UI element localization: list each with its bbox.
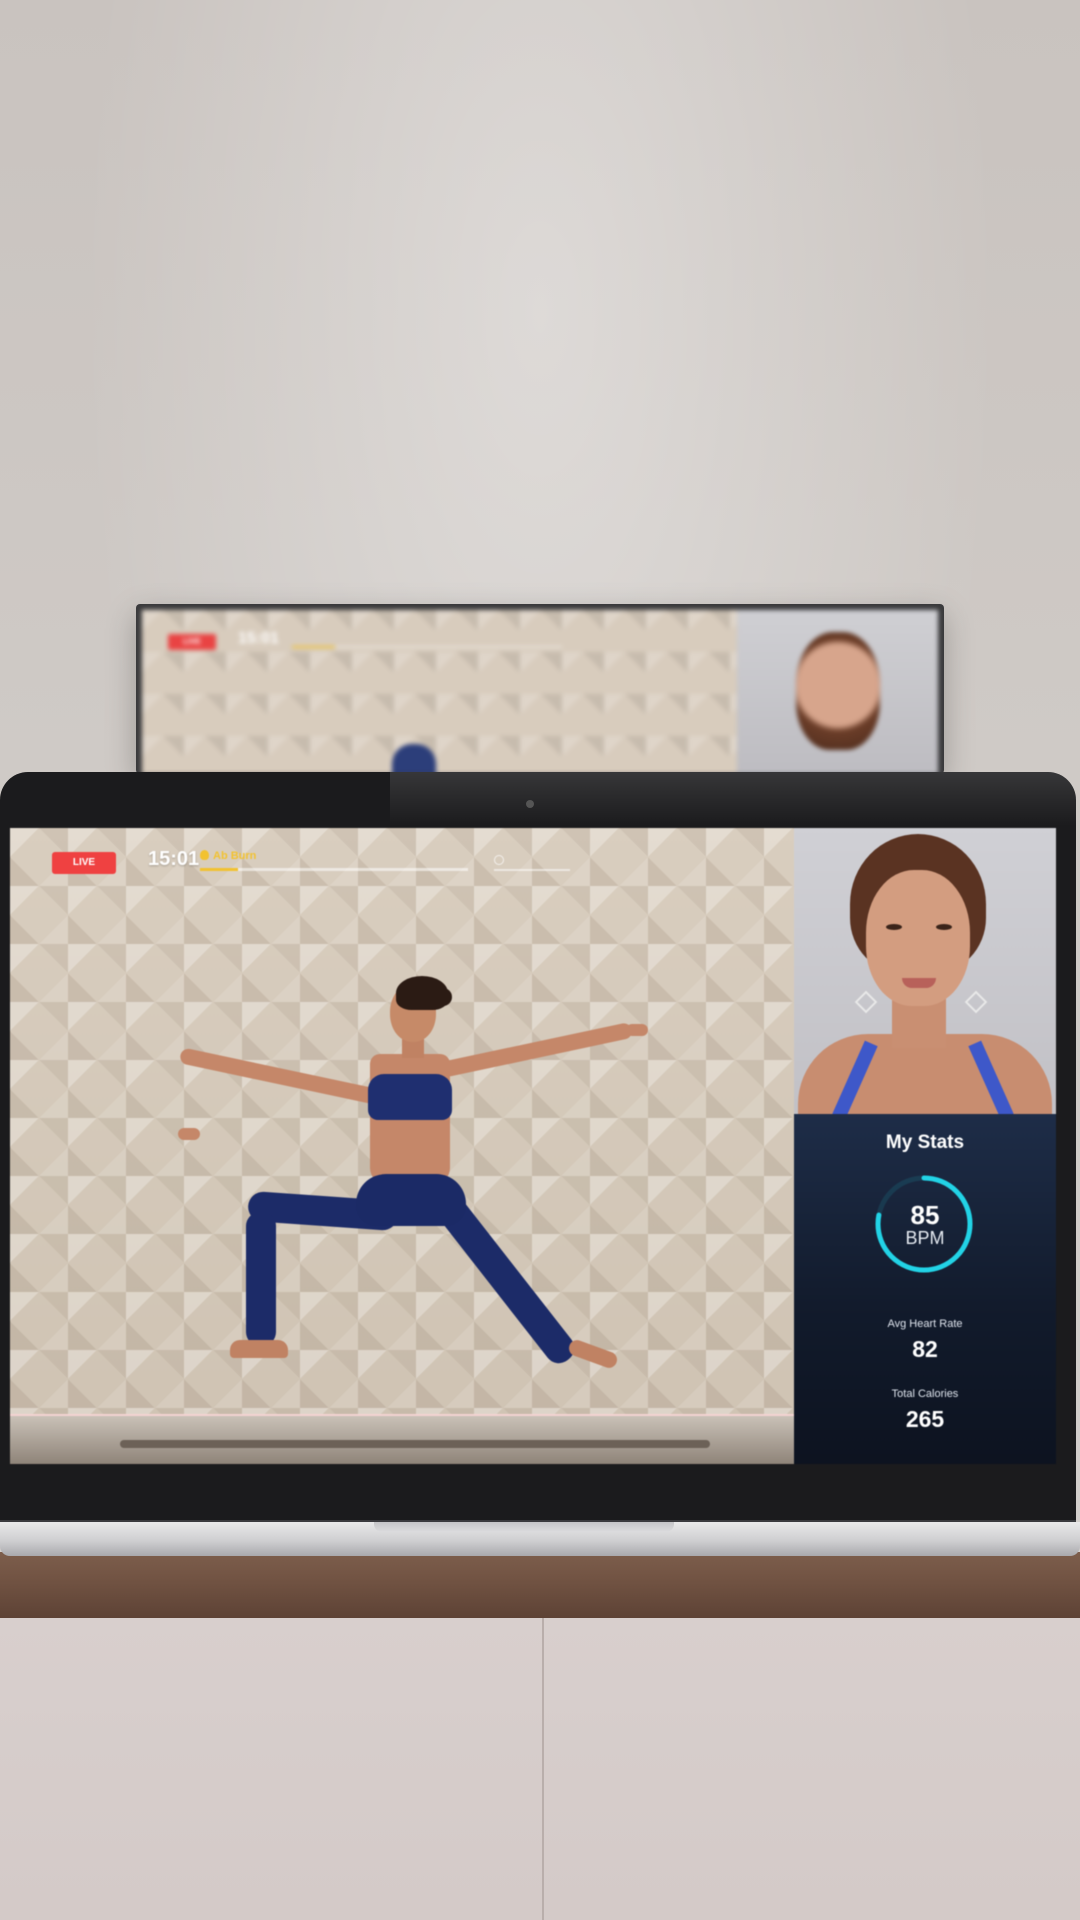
instructor-sports-bra bbox=[368, 1074, 452, 1120]
bpm-unit: BPM bbox=[905, 1228, 945, 1248]
trainer-mouth bbox=[902, 978, 936, 988]
laptop-hinge-notch bbox=[374, 1522, 674, 1532]
lid-reflection bbox=[390, 772, 1076, 826]
class-video[interactable]: LIVE 15:01 Ab Burn bbox=[10, 828, 794, 1464]
instructor-back-foot bbox=[566, 1337, 620, 1371]
instructor-leggings bbox=[356, 1174, 466, 1226]
stats-title: My Stats bbox=[885, 1132, 965, 1153]
tv-class-video: LIVE 15:01 bbox=[142, 610, 737, 774]
my-stats-panel: My Stats 85 BPM Avg Heart Rate 82 Total … bbox=[794, 1114, 1056, 1464]
next-segment-icon bbox=[494, 855, 504, 865]
tv-timer: 15:01 bbox=[238, 630, 279, 647]
bpm-value: 85 bbox=[910, 1200, 940, 1230]
total-calories-label: Total Calories bbox=[891, 1388, 959, 1400]
instructor-left-arm bbox=[178, 1047, 384, 1106]
avg-heart-rate-label: Avg Heart Rate bbox=[887, 1318, 963, 1330]
instructor-hair-bun bbox=[434, 988, 452, 1006]
tv-trainer-camera bbox=[737, 610, 938, 774]
background-tv: LIVE 15:01 bbox=[136, 604, 944, 774]
instructor-front-shin bbox=[246, 1212, 276, 1346]
instructor-right-hand bbox=[626, 1024, 648, 1036]
earring-icon bbox=[964, 990, 988, 1014]
trainer-right-eye bbox=[936, 924, 952, 930]
instructor-front-foot bbox=[230, 1340, 288, 1358]
class-timer: 15:01 bbox=[148, 848, 200, 870]
segment-name: Ab Burn bbox=[213, 850, 257, 862]
earring-icon bbox=[854, 990, 878, 1014]
flame-icon bbox=[200, 850, 209, 860]
tv-trainer-face bbox=[795, 632, 880, 750]
instructor-left-hand bbox=[178, 1128, 200, 1140]
tv-live-badge: LIVE bbox=[168, 634, 216, 650]
segment-progress-bar bbox=[200, 868, 468, 871]
segment-progress-fill bbox=[200, 868, 238, 871]
tv-progress-bar bbox=[292, 646, 562, 648]
tv-instructor-silhouette bbox=[392, 744, 436, 774]
instructor-figure bbox=[10, 828, 794, 1464]
live-badge: LIVE bbox=[52, 852, 116, 874]
trainer-left-eye bbox=[886, 924, 902, 930]
trainer-camera bbox=[794, 828, 1056, 1114]
webcam-icon bbox=[526, 800, 534, 808]
tv-screen: LIVE 15:01 bbox=[142, 610, 938, 774]
instructor-right-arm bbox=[440, 1021, 634, 1078]
wood-shelf bbox=[0, 1552, 1080, 1618]
cabinet-door-seam bbox=[542, 1618, 544, 1920]
segment-label: Ab Burn bbox=[200, 850, 256, 862]
laptop-screen: LIVE 15:01 Ab Burn My Stats 85 BPM Avg H… bbox=[10, 828, 1056, 1464]
avg-heart-rate-value: 82 bbox=[912, 1336, 938, 1362]
cabinet bbox=[0, 1618, 1080, 1920]
side-panel: My Stats 85 BPM Avg Heart Rate 82 Total … bbox=[794, 828, 1056, 1464]
total-calories-value: 265 bbox=[905, 1406, 945, 1432]
next-segment-bar bbox=[494, 869, 570, 871]
